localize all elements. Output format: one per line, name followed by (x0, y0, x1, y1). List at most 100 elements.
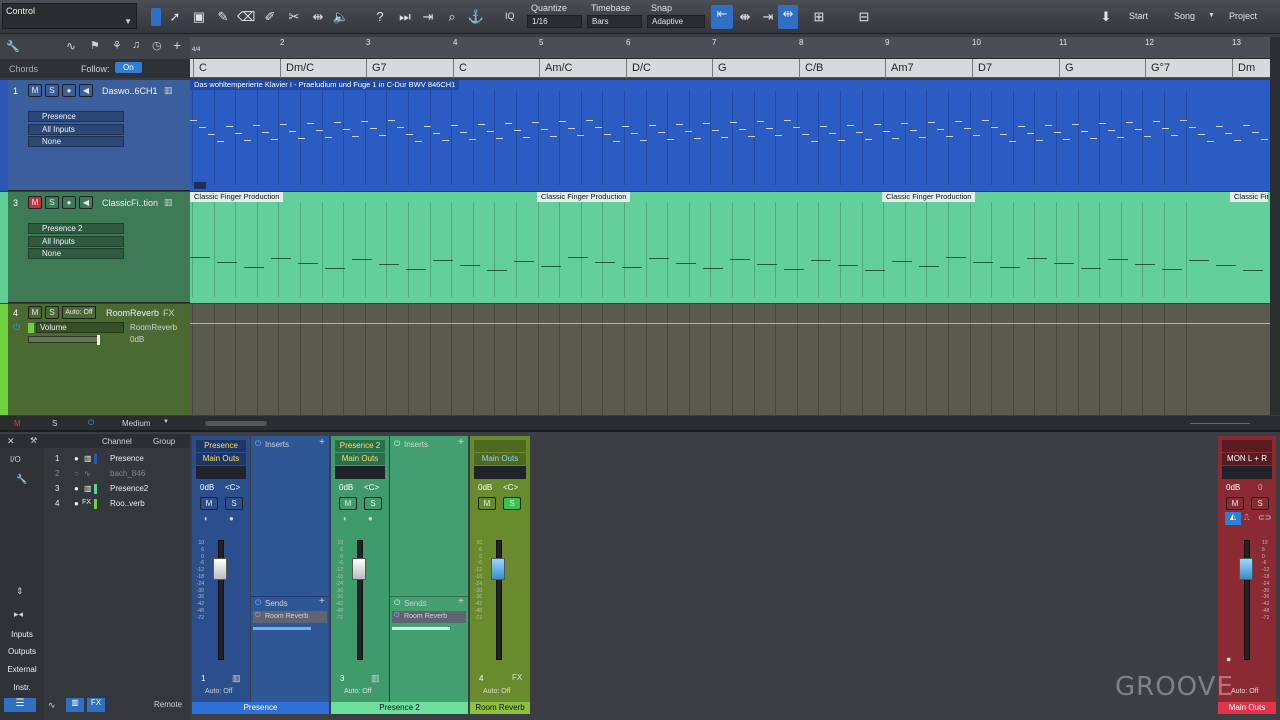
midi-note[interactable] (226, 126, 233, 127)
vertical-scrollbar[interactable] (1270, 37, 1280, 415)
tags-icon[interactable]: ⚘ (112, 39, 122, 52)
midi-note[interactable] (514, 130, 521, 131)
midi-note[interactable] (1009, 141, 1016, 142)
clip-label[interactable]: Classic Finger Production (537, 192, 631, 202)
add-insert-icon[interactable]: + (319, 437, 325, 448)
midi-note[interactable] (406, 269, 426, 270)
iq-label[interactable]: IQ (505, 11, 515, 21)
flag-icon[interactable]: ⚑ (90, 39, 100, 52)
midi-note[interactable] (1054, 132, 1061, 133)
midi-note[interactable] (775, 135, 782, 136)
snap-to-grid-icon[interactable]: ⇤ (711, 5, 733, 29)
volume-fader[interactable] (491, 558, 505, 580)
midi-note[interactable] (1216, 126, 1223, 127)
midi-note[interactable] (955, 121, 962, 122)
monitor-button[interactable]: ◀ (79, 196, 93, 209)
midi-note[interactable] (568, 128, 575, 129)
timeline-icon[interactable]: ⊟ (855, 8, 873, 26)
pan-value[interactable]: <C> (225, 483, 240, 492)
midi-note[interactable] (676, 124, 683, 125)
clip-label[interactable]: Classic Finger Production (190, 192, 284, 202)
timeline-ruler[interactable]: 4/4 2 3 4 5 6 7 8 9 10 11 12 13 (190, 37, 1270, 59)
midi-note[interactable] (973, 135, 980, 136)
track-lane-4[interactable] (190, 304, 1270, 415)
midi-note[interactable] (1108, 259, 1128, 260)
solo-button[interactable]: S (225, 497, 243, 510)
mute-button[interactable]: M (28, 196, 42, 209)
midi-note[interactable] (190, 257, 210, 258)
volume-value[interactable]: 0dB (339, 483, 353, 492)
arrow-tool-icon[interactable] (151, 8, 161, 26)
midi-note[interactable] (1081, 131, 1088, 132)
collapse-icon[interactable]: ⬇ (1097, 8, 1115, 26)
add-track-icon[interactable]: + (173, 37, 181, 53)
midi-note[interactable] (361, 121, 368, 122)
track-name[interactable]: ClassicFi..tion (102, 198, 158, 208)
volume-value[interactable]: 0dB (200, 483, 214, 492)
record-button[interactable]: ● (62, 196, 76, 209)
midi-note[interactable] (1063, 139, 1070, 140)
midi-note[interactable] (1045, 125, 1052, 126)
volume-slider[interactable] (28, 335, 100, 345)
output-select[interactable]: None (28, 136, 124, 147)
midi-note[interactable] (217, 141, 224, 142)
chord-event[interactable]: G°7 (1145, 59, 1229, 78)
midi-note[interactable] (577, 135, 584, 136)
output-select[interactable]: Main Outs (335, 453, 385, 465)
global-solo-button[interactable]: S (52, 419, 57, 428)
wave-icon[interactable]: ∿ (48, 700, 56, 711)
mute-button[interactable]: M (1226, 497, 1244, 510)
control-select[interactable]: Control ▼ (2, 3, 137, 29)
midi-note[interactable] (892, 261, 912, 262)
record-icon[interactable]: ● (1226, 654, 1231, 664)
midi-note[interactable] (784, 269, 804, 270)
output-select[interactable]: None (28, 248, 124, 259)
midi-note[interactable] (757, 121, 764, 122)
midi-note[interactable] (442, 140, 449, 141)
chord-event[interactable]: D7 (972, 59, 1056, 78)
mute-button[interactable]: M (200, 497, 218, 510)
eraser-tool-icon[interactable]: ⌫ (237, 8, 255, 26)
midi-note[interactable] (766, 128, 773, 129)
midi-note[interactable] (739, 129, 746, 130)
midi-note[interactable] (541, 129, 548, 130)
midi-note[interactable] (910, 130, 917, 131)
fx-toggle[interactable]: FX (87, 698, 105, 712)
snap-icon[interactable]: ⚓ (467, 8, 485, 26)
mute-button[interactable]: M (28, 84, 42, 97)
midi-note[interactable] (406, 134, 413, 135)
track-header-3[interactable]: 3 M S ● ◀ ClassicFi..tion ▥ Presence 2 A… (0, 192, 190, 303)
midi-note[interactable] (1099, 123, 1106, 124)
clip-handle-icon[interactable] (194, 182, 206, 189)
midi-note[interactable] (694, 138, 701, 139)
io-toggle[interactable]: I/O (10, 455, 21, 464)
midi-note[interactable] (676, 263, 696, 264)
midi-note[interactable] (487, 270, 507, 271)
inputs-button[interactable]: Inputs (0, 630, 44, 639)
automation-param-select[interactable]: Volume (36, 322, 124, 333)
pencil-tool-icon[interactable]: ✎ (214, 8, 232, 26)
send-slot[interactable]: ⏻ Room Reverb (392, 611, 466, 623)
wrench-icon[interactable]: ⚒ (30, 436, 37, 445)
midi-note[interactable] (262, 132, 269, 133)
solo-button[interactable]: S (45, 196, 59, 209)
midi-note[interactable] (946, 257, 966, 258)
inserts-label[interactable]: Inserts (265, 440, 289, 449)
midi-note[interactable] (1252, 132, 1259, 133)
input-select[interactable]: All Inputs (28, 236, 124, 247)
automation-mode[interactable]: Auto: Off (205, 688, 233, 695)
expand-icon[interactable]: ⇕ (16, 586, 24, 597)
external-button[interactable]: External (0, 665, 44, 674)
midi-note[interactable] (1261, 139, 1268, 140)
solo-button[interactable]: S (503, 497, 521, 510)
horizontal-scrollbar[interactable] (205, 421, 267, 426)
midi-note[interactable] (622, 267, 642, 268)
midi-note[interactable] (1135, 264, 1155, 265)
volume-fader[interactable] (1239, 558, 1253, 580)
chord-event[interactable]: Am/C (539, 59, 623, 78)
midi-note[interactable] (919, 266, 939, 267)
midi-note[interactable] (820, 126, 827, 127)
midi-note[interactable] (1108, 130, 1115, 131)
midi-note[interactable] (190, 120, 197, 121)
midi-note[interactable] (703, 268, 723, 269)
